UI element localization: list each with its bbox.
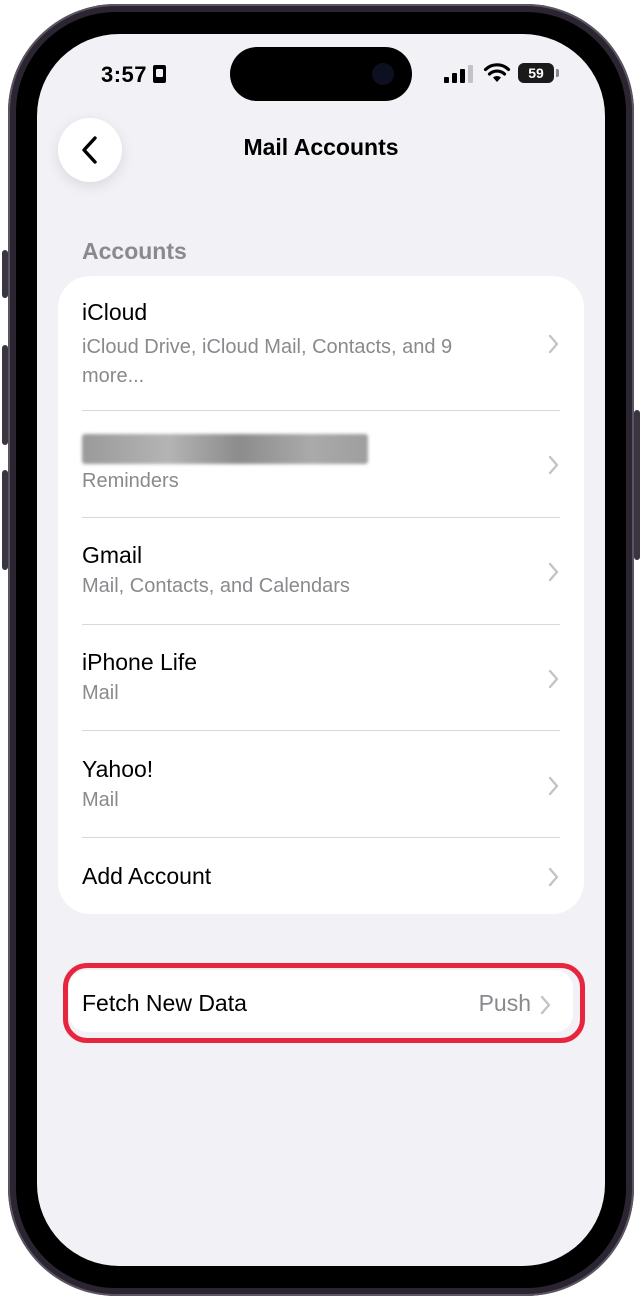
account-title: Gmail [82, 542, 143, 568]
account-title: iCloud [82, 299, 148, 325]
account-row-icloud[interactable]: iCloud iCloud Drive, iCloud Mail, Contac… [82, 298, 584, 393]
status-time: 3:57 [101, 62, 167, 88]
wifi-icon [483, 63, 511, 82]
chevron-right-icon [548, 867, 559, 887]
account-row-gmail[interactable]: Gmail Mail, Contacts, and Calendars [82, 541, 584, 611]
row-separator [82, 730, 560, 731]
action-button [2, 250, 8, 298]
dynamic-island [230, 47, 412, 101]
chevron-right-icon [548, 669, 559, 689]
redacted-account-name [82, 434, 368, 464]
battery-icon: 59 [518, 63, 554, 83]
camera-icon [372, 63, 394, 85]
account-title: Yahoo! [82, 756, 154, 782]
sim-card-icon [153, 65, 167, 83]
accounts-list: iCloud iCloud Drive, iCloud Mail, Contac… [58, 276, 584, 914]
cellular-signal-icon [444, 65, 473, 83]
volume-down-button [2, 470, 8, 570]
power-button [634, 410, 640, 560]
page-title: Mail Accounts [243, 134, 399, 160]
volume-up-button [2, 345, 8, 445]
battery-nub [556, 69, 559, 77]
add-account-row[interactable]: Add Account [82, 862, 584, 892]
row-separator [82, 837, 560, 838]
account-row-yahoo[interactable]: Yahoo! Mail [82, 755, 584, 825]
row-separator [82, 517, 560, 518]
chevron-right-icon [548, 455, 559, 475]
section-header-accounts: Accounts [82, 238, 187, 264]
account-row-redacted[interactable]: Reminders [82, 434, 584, 504]
account-subtitle: Mail, Contacts, and Calendars [82, 575, 350, 597]
account-row-iphone-life[interactable]: iPhone Life Mail [82, 648, 584, 718]
account-subtitle: Reminders [82, 470, 179, 492]
row-separator [82, 410, 560, 411]
highlight-outline [63, 963, 585, 1043]
chevron-right-icon [548, 562, 559, 582]
account-subtitle: Mail [82, 682, 119, 704]
add-account-label: Add Account [82, 863, 212, 889]
account-title: iPhone Life [82, 649, 198, 675]
account-subtitle: iCloud Drive, iCloud Mail, Contacts, and… [82, 336, 453, 387]
account-subtitle: Mail [82, 789, 119, 811]
chevron-right-icon [548, 334, 559, 354]
row-separator [82, 624, 560, 625]
chevron-right-icon [548, 776, 559, 796]
screen: 3:57 59 Mail Accounts Accounts iCloud iC… [37, 34, 605, 1266]
